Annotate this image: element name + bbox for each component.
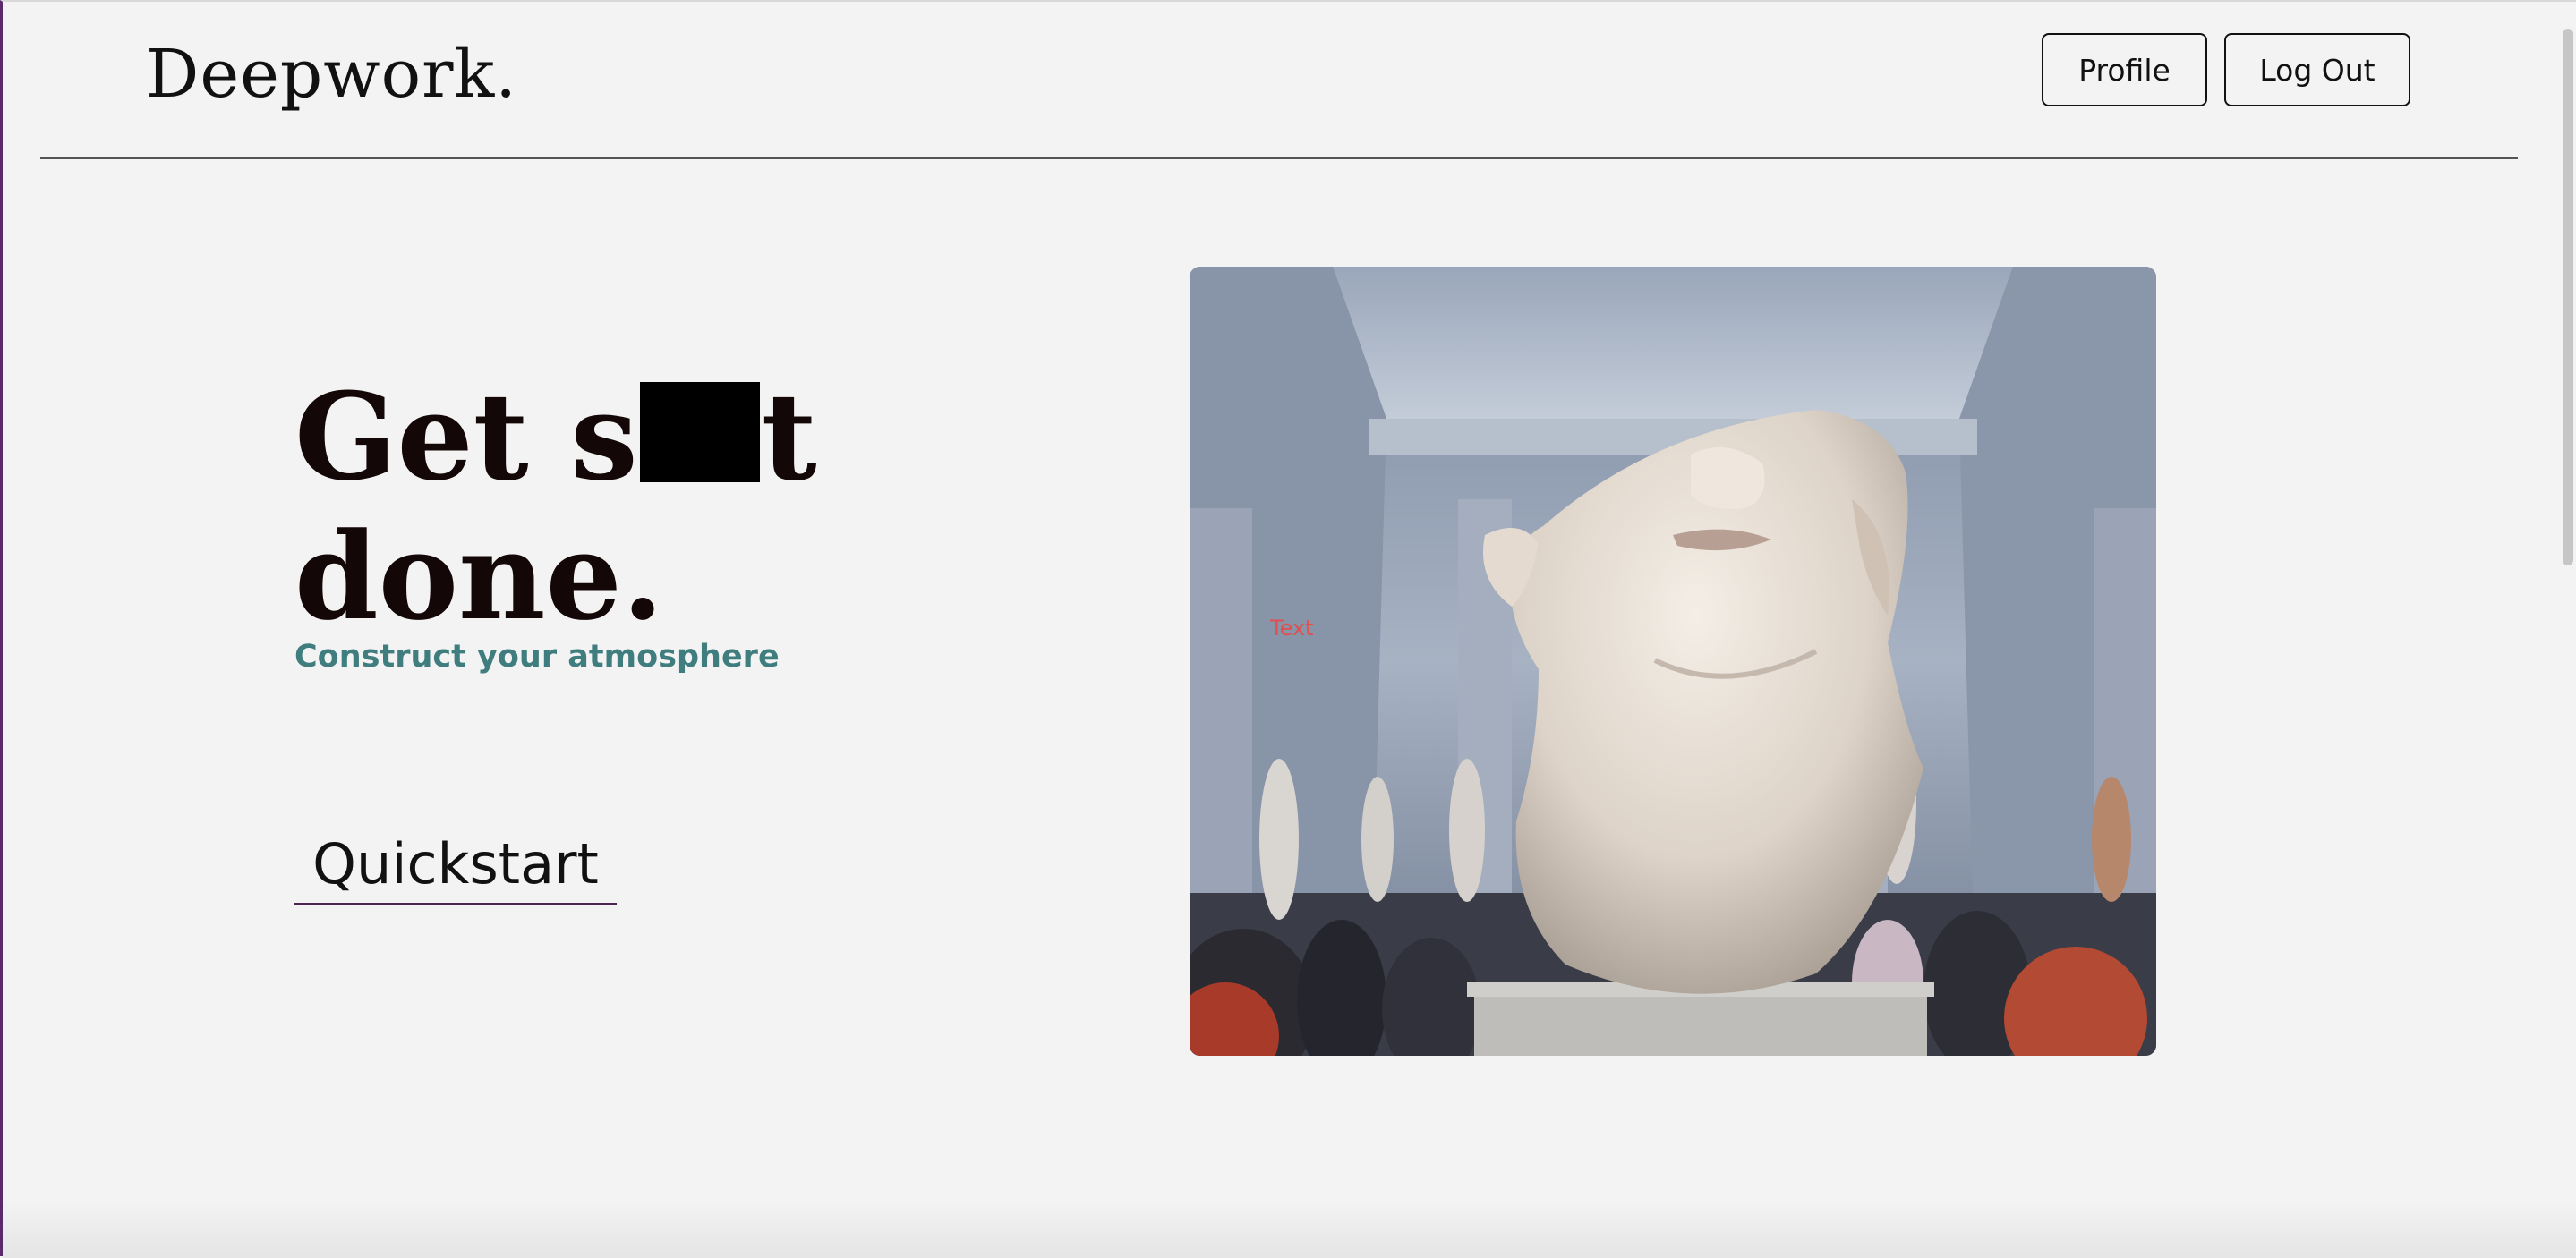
hero-subtitle: Construct your atmosphere (294, 639, 780, 675)
app-window: Deepwork. Profile Log Out Get s t done. Co… (0, 0, 2576, 1258)
image-overlay-text: Text (1270, 616, 1314, 641)
header-divider (40, 157, 2518, 159)
marble-sculpture-image (1190, 267, 2156, 1056)
scrollbar-thumb[interactable] (2563, 29, 2573, 565)
brand-logo[interactable]: Deepwork. (146, 36, 517, 113)
headline-part-1: Get s (294, 366, 638, 507)
hero-image: Text (1190, 267, 2156, 1056)
logout-button[interactable]: Log Out (2224, 33, 2410, 106)
bottom-shadow (3, 1201, 2576, 1258)
vertical-scrollbar[interactable] (2561, 2, 2576, 1258)
hero-headline: Get s t done. (294, 367, 817, 646)
profile-button[interactable]: Profile (2042, 33, 2207, 106)
quickstart-button[interactable]: Quickstart (294, 827, 617, 905)
censor-block (639, 382, 760, 482)
headline-line-2: done. (294, 506, 664, 647)
headline-part-2: t (761, 366, 817, 507)
